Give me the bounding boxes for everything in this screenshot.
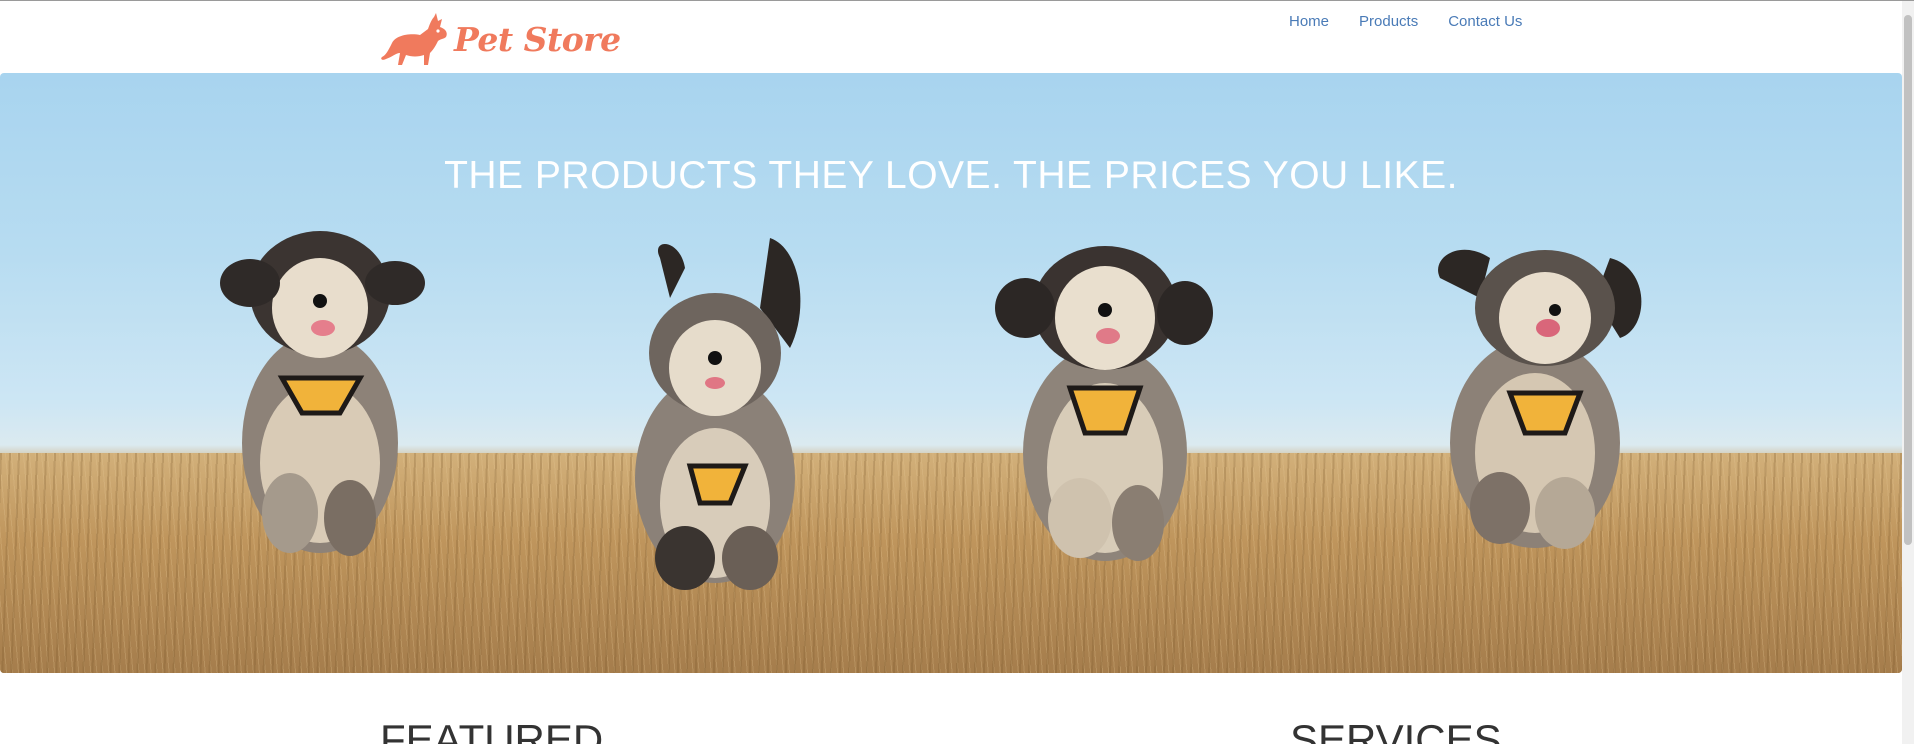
brand-name: Pet Store — [454, 19, 621, 59]
nav-products-link[interactable]: Products — [1344, 11, 1433, 32]
page: Pet Store Home Products Contact Us THE P… — [0, 0, 1914, 744]
main-nav: Home Products Contact Us — [1274, 11, 1537, 32]
dog-2-image — [635, 238, 801, 590]
services-heading: SERVICES — [1290, 716, 1502, 744]
brand-logo[interactable]: Pet Store — [378, 9, 621, 69]
hero-banner: THE PRODUCTS THEY LOVE. THE PRICES YOU L… — [0, 73, 1902, 673]
site-header: Pet Store Home Products Contact Us — [0, 1, 1902, 72]
nav-home-link[interactable]: Home — [1274, 11, 1344, 32]
dog-3-image — [995, 246, 1213, 561]
dog-1-image — [220, 231, 425, 556]
page-scrollbar[interactable] — [1902, 1, 1914, 744]
featured-heading: FEATURED — [380, 716, 604, 744]
nav-contact-link[interactable]: Contact Us — [1433, 11, 1537, 32]
dog-icon — [381, 13, 447, 65]
dog-4-image — [1438, 249, 1642, 549]
scrollbar-thumb[interactable] — [1904, 15, 1912, 545]
hero-title: THE PRODUCTS THEY LOVE. THE PRICES YOU L… — [444, 154, 1458, 198]
